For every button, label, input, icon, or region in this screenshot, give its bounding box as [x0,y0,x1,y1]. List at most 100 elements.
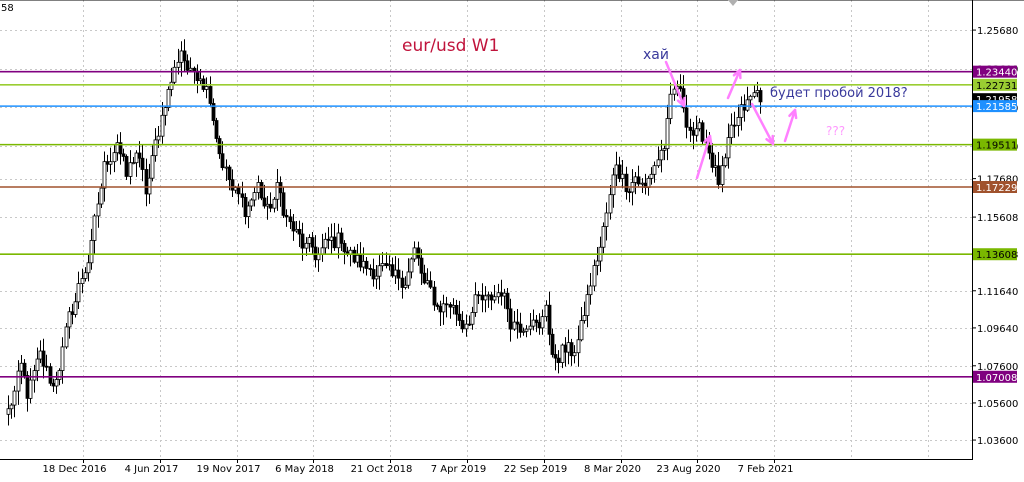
candle-body [438,306,443,313]
candle-body [51,382,56,387]
candle-body [233,187,238,191]
price-chart[interactable]: 1.256801.236001.215201.194401.176801.156… [0,0,1024,482]
candle-body [601,226,606,248]
candle-body [736,117,741,126]
candle-body [588,285,593,296]
candle-body [387,264,392,267]
candle-body [444,303,449,306]
candle-body [112,152,117,163]
candle-body [425,280,430,284]
candle-body [403,284,408,288]
candle-body [656,159,661,167]
candle-body [752,92,757,97]
candle-body [76,283,81,303]
candle-body [368,268,373,270]
candle-body [556,357,561,364]
candle-body [457,313,462,321]
candle-body [572,352,577,357]
price-tick-label: 1.05600 [977,399,1018,410]
candle-body [726,137,731,159]
candle-body [393,269,398,277]
candle-body [470,312,475,325]
candle-body [41,350,46,367]
candle-body [483,295,488,301]
candle-body [12,390,17,406]
candle-body [614,164,619,176]
candle-body [204,86,209,90]
candle-body [83,272,88,279]
candle-body [275,182,280,200]
candle-body [89,240,94,264]
candle-body [249,199,254,207]
candle-body [464,323,469,330]
candle-body [364,260,369,269]
candle-body [19,362,24,372]
candle-body [284,214,289,218]
candle-body [412,247,417,260]
candle-body [332,236,337,249]
candle-body [528,325,533,330]
candle-body [720,165,725,185]
candle-body [96,203,101,217]
candle-body [124,156,129,177]
candle-body [144,169,149,195]
candle-body [304,242,309,249]
level-label-text: 1.07008 [976,373,1017,384]
candle-body [105,161,110,165]
candle-body [288,216,293,223]
candle-body [160,114,165,137]
candle-body [297,228,302,235]
time-tick-label: 6 May 2018 [275,464,334,475]
candle-body [748,95,753,101]
candle-body [435,304,440,307]
candle-body [323,238,328,249]
candle-body [691,130,696,136]
candle-body [451,305,456,308]
candle-body [147,177,152,195]
candle-body [80,278,85,285]
candle-body [355,254,360,263]
candle-body [502,292,507,297]
candle-body [166,89,171,108]
candle-body [560,344,565,364]
candle-body [108,161,113,165]
candle-body [320,247,325,255]
candle-body [652,165,657,175]
candle-body [358,254,363,268]
candle-body [281,192,286,216]
annotation-question-marks: ??? [826,124,845,138]
candle-body [6,408,11,415]
candle-body [188,67,193,71]
candle-body [662,148,667,151]
candle-body [131,162,136,165]
candle-body [342,242,347,253]
candle-body [620,173,625,179]
candle-body [428,280,433,288]
candle-body [480,294,485,301]
candle-body [57,370,62,380]
candle-body [35,358,40,372]
candle-body [224,166,229,169]
candle-body [678,86,683,89]
candle-body [659,149,664,161]
candle-body [134,152,139,164]
candle-body [547,304,552,335]
candle-body [153,139,158,157]
candle-body [70,311,75,315]
candle-body [636,176,641,185]
candle-body [236,187,241,195]
candle-body [243,196,248,218]
candle-body [515,321,520,325]
candle-body [176,61,181,68]
candle-body [486,294,491,297]
candle-body [684,107,689,128]
candle-body [92,215,97,241]
candle-body [44,365,49,368]
candle-body [713,165,718,168]
candle-body [86,262,91,274]
candle-body [310,237,315,248]
candle-body [441,303,446,313]
candle-body [569,342,574,357]
candle-body [476,294,481,297]
candle-body [64,326,69,348]
